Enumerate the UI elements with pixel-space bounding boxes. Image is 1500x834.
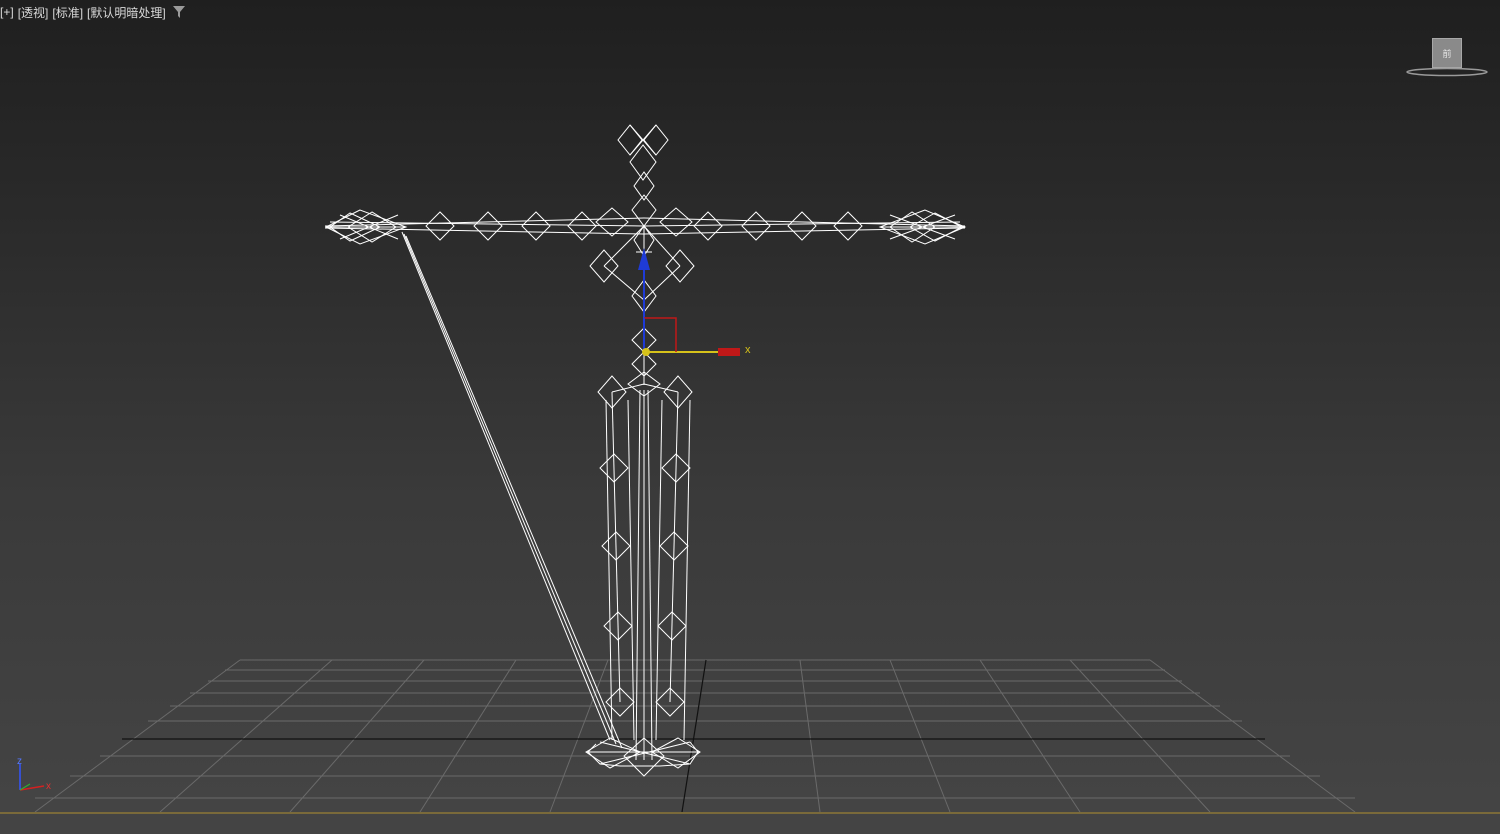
ground-grid xyxy=(34,659,1356,813)
skeleton-feet[interactable] xyxy=(585,737,701,777)
ground-axis-lines xyxy=(122,659,1265,813)
axis-tripod: z x xyxy=(17,756,51,792)
tripod-x-label: x xyxy=(46,781,51,792)
gizmo-z-arrow[interactable] xyxy=(638,248,650,270)
biped-skeleton[interactable] xyxy=(324,124,967,777)
status-strip xyxy=(0,814,1500,834)
skeleton-right-leg[interactable] xyxy=(635,375,693,761)
skeleton-ik-lines xyxy=(401,231,623,749)
gizmo-x-label: x xyxy=(745,344,751,356)
tripod-z-label: z xyxy=(17,756,22,767)
skeleton-right-arm[interactable] xyxy=(643,207,967,245)
viewcube-compass-ring[interactable] xyxy=(1404,36,1488,80)
gizmo-x-arrow[interactable] xyxy=(718,348,740,356)
gizmo-center[interactable] xyxy=(642,348,650,356)
viewport-scene[interactable]: x z x xyxy=(0,0,1500,834)
skeleton-left-arm[interactable] xyxy=(324,207,645,245)
viewcube[interactable]: 前 xyxy=(1404,36,1488,80)
skeleton-head[interactable] xyxy=(617,124,669,201)
transform-gizmo[interactable]: x xyxy=(638,248,751,356)
